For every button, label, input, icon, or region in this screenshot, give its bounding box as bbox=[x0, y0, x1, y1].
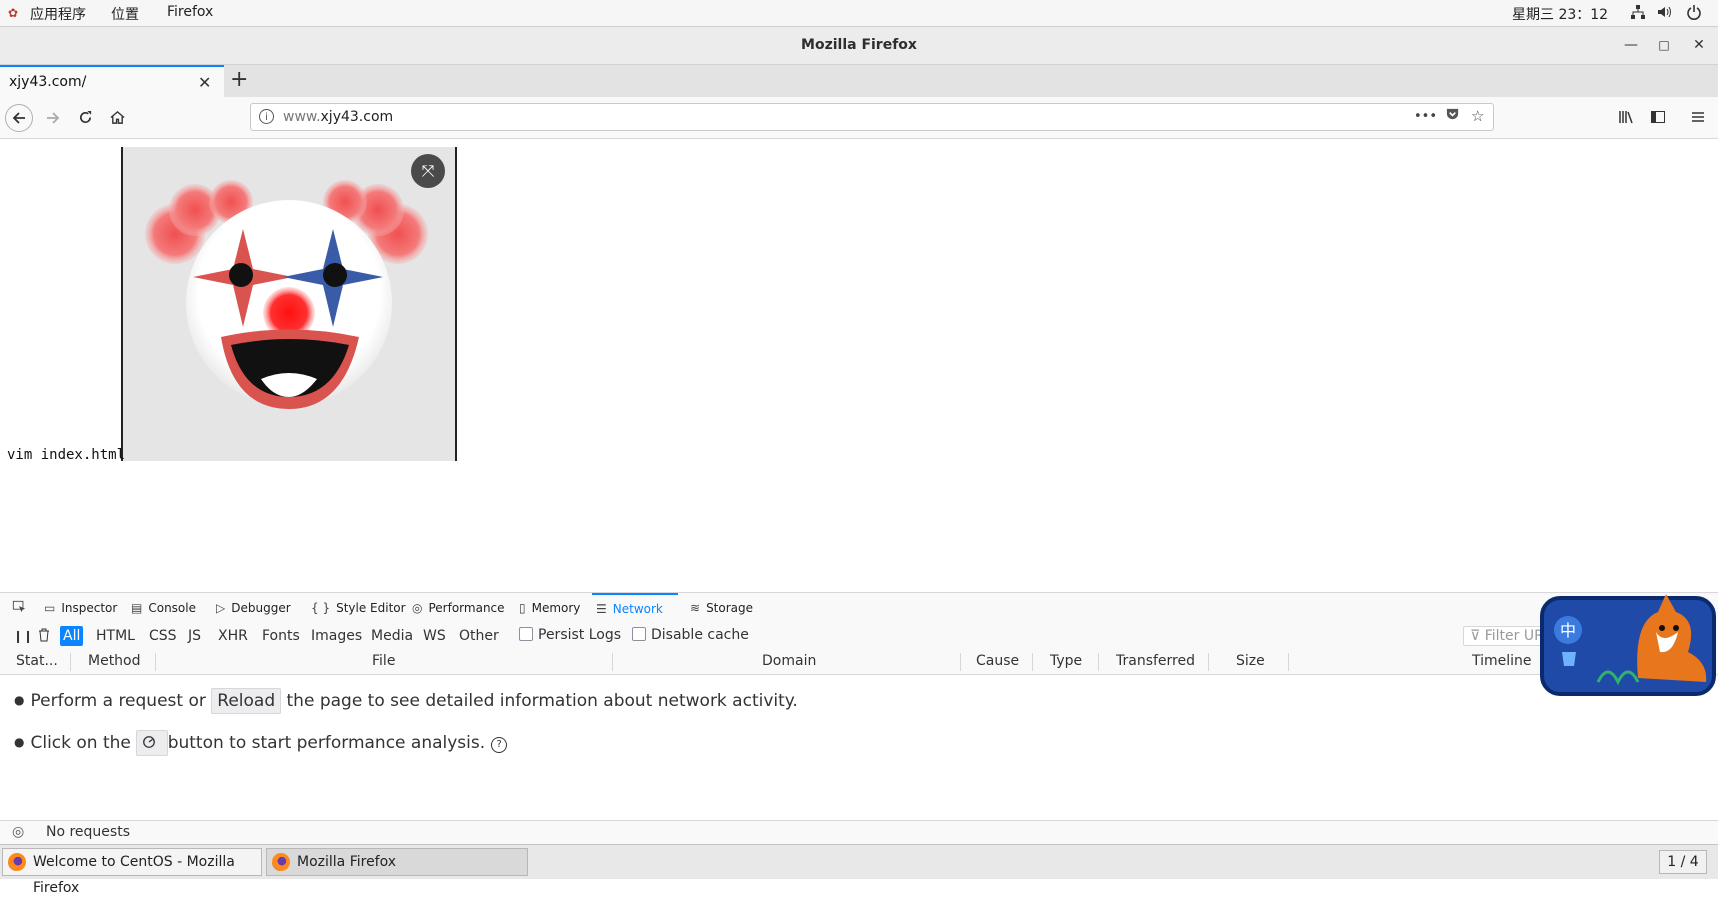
navigation-toolbar: i www.xjy43.com ••• ☆ bbox=[0, 97, 1718, 139]
tab-strip: xjy43.com/ ✕ + bbox=[0, 65, 1718, 98]
clear-trash-icon[interactable] bbox=[35, 626, 53, 646]
menu-apps[interactable]: 应用程序 bbox=[30, 4, 86, 24]
menu-firefox[interactable]: Firefox bbox=[167, 4, 213, 20]
network-panel-body: ● Perform a request or Reload the page to… bbox=[0, 675, 1718, 820]
firefox-icon bbox=[272, 853, 290, 871]
col-timeline[interactable]: Timeline bbox=[1472, 653, 1532, 669]
col-method[interactable]: Method bbox=[88, 653, 141, 669]
filter-xhr[interactable]: XHR bbox=[215, 626, 251, 646]
col-type[interactable]: Type bbox=[1050, 653, 1082, 669]
tab-performance[interactable]: ◎ Performance bbox=[408, 593, 509, 623]
memory-icon: ▯ bbox=[519, 601, 526, 615]
bookmark-star-icon[interactable]: ☆ bbox=[1471, 107, 1484, 125]
filter-fonts[interactable]: Fonts bbox=[259, 626, 303, 646]
col-status[interactable]: Stat... bbox=[16, 653, 58, 669]
filter-images[interactable]: Images bbox=[308, 626, 365, 646]
tab-storage[interactable]: ≋ Storage bbox=[686, 593, 757, 623]
task-welcome-centos[interactable]: Welcome to CentOS - Mozilla Firefox bbox=[2, 848, 262, 896]
minimize-button[interactable]: — bbox=[1621, 35, 1641, 55]
inspector-icon: ▭ bbox=[44, 601, 56, 615]
pause-icon[interactable]: ❙❙ bbox=[10, 626, 36, 646]
clown-image[interactable]: ⤧ bbox=[121, 147, 457, 461]
filter-all[interactable]: All bbox=[60, 626, 84, 646]
tab-network[interactable]: ☰ Network bbox=[592, 593, 678, 623]
filter-other[interactable]: Other bbox=[456, 626, 502, 646]
network-status-icon[interactable] bbox=[1630, 4, 1646, 24]
fit-image-button[interactable]: ⤧ bbox=[411, 154, 445, 188]
close-window-button[interactable]: ✕ bbox=[1689, 35, 1709, 55]
filter-media[interactable]: Media bbox=[368, 626, 416, 646]
library-icon[interactable] bbox=[1613, 105, 1639, 131]
tab-inspector[interactable]: ▭ Inspector bbox=[40, 593, 121, 623]
menu-places[interactable]: 位置 bbox=[111, 4, 139, 24]
debugger-icon: ▷ bbox=[216, 601, 226, 615]
reload-button[interactable] bbox=[72, 105, 98, 131]
site-info-icon[interactable]: i bbox=[259, 109, 274, 124]
power-icon[interactable] bbox=[1686, 4, 1702, 24]
new-tab-button[interactable]: + bbox=[230, 67, 248, 92]
taskbar: Welcome to CentOS - Mozilla Firefox Mozi… bbox=[0, 844, 1718, 896]
storage-icon: ≋ bbox=[690, 601, 701, 615]
network-icon: ☰ bbox=[596, 602, 607, 616]
page-content: ⤧ vim index.html bbox=[0, 139, 1718, 592]
pocket-icon[interactable] bbox=[1445, 107, 1460, 126]
ime-indicator-icon: 中 bbox=[1560, 621, 1576, 640]
network-status-bar: ◎ No requests bbox=[0, 820, 1718, 845]
reload-button[interactable]: Reload bbox=[211, 688, 282, 714]
filter-js[interactable]: JS bbox=[185, 626, 204, 646]
url-bar[interactable]: i www.xjy43.com ••• ☆ bbox=[250, 103, 1494, 131]
fox-mascot-widget[interactable]: 中 bbox=[1538, 582, 1718, 698]
col-size[interactable]: Size bbox=[1236, 653, 1265, 669]
performance-analysis-icon[interactable]: ◎ bbox=[12, 824, 24, 840]
window-titlebar: Mozilla Firefox — □ ✕ bbox=[0, 27, 1718, 65]
hamburger-menu-icon[interactable] bbox=[1685, 105, 1711, 131]
back-button[interactable] bbox=[5, 104, 33, 132]
filter-css[interactable]: CSS bbox=[146, 626, 180, 646]
home-button[interactable] bbox=[104, 105, 130, 131]
maximize-button[interactable]: □ bbox=[1654, 35, 1674, 55]
performance-icon: ◎ bbox=[412, 601, 423, 615]
filter-html[interactable]: HTML bbox=[93, 626, 138, 646]
style-editor-icon: { } bbox=[311, 601, 331, 615]
reload-hint: ● Perform a request or Reload the page to… bbox=[14, 688, 798, 714]
tab-memory[interactable]: ▯ Memory bbox=[515, 593, 584, 623]
tab-close-button[interactable]: ✕ bbox=[198, 73, 211, 92]
network-toolbar: ❙❙ All HTML CSS JS XHR Fonts Images Medi… bbox=[0, 622, 1718, 651]
apps-logo-icon: ✿ bbox=[8, 6, 19, 20]
clock[interactable]: 星期三 23：12 bbox=[1512, 4, 1608, 24]
workspace-pager[interactable]: 1 / 4 bbox=[1659, 850, 1707, 874]
browser-tab[interactable]: xjy43.com/ ✕ bbox=[0, 65, 224, 97]
task-mozilla-firefox[interactable]: Mozilla Firefox bbox=[266, 848, 528, 876]
url-text[interactable]: www.xjy43.com bbox=[283, 109, 393, 125]
col-cause[interactable]: Cause bbox=[976, 653, 1019, 669]
sidebar-toggle-icon[interactable] bbox=[1645, 105, 1671, 131]
firefox-icon bbox=[8, 853, 26, 871]
tab-debugger[interactable]: ▷ Debugger bbox=[212, 593, 295, 623]
help-icon[interactable]: ? bbox=[491, 737, 508, 753]
performance-analysis-button[interactable] bbox=[136, 730, 168, 756]
col-domain[interactable]: Domain bbox=[762, 653, 816, 669]
console-icon: ▤ bbox=[131, 601, 143, 615]
pick-element-icon[interactable] bbox=[8, 593, 30, 623]
tab-title: xjy43.com/ bbox=[9, 74, 87, 90]
disable-cache-checkbox[interactable]: Disable cache bbox=[632, 627, 749, 643]
top-panel: ✿ 应用程序 位置 Firefox 星期三 23：12 bbox=[0, 0, 1718, 27]
window-title: Mozilla Firefox bbox=[801, 37, 917, 53]
col-file[interactable]: File bbox=[372, 653, 395, 669]
vim-command-text: vim index.html bbox=[7, 447, 126, 463]
col-transferred[interactable]: Transferred bbox=[1116, 653, 1195, 669]
filter-ws[interactable]: WS bbox=[420, 626, 449, 646]
network-column-headers: Stat... Method File Domain Cause Type Tr… bbox=[0, 650, 1718, 675]
page-actions-icon[interactable]: ••• bbox=[1414, 109, 1437, 124]
tab-style-editor[interactable]: { } Style Editor bbox=[307, 593, 410, 623]
forward-button[interactable] bbox=[40, 105, 66, 131]
volume-icon[interactable] bbox=[1656, 4, 1672, 24]
request-summary: No requests bbox=[46, 824, 130, 840]
devtools-tabbar: ▭ Inspector ▤ Console ▷ Debugger { } Style E… bbox=[0, 592, 1718, 624]
persist-logs-checkbox[interactable]: Persist Logs bbox=[519, 627, 621, 643]
tab-console[interactable]: ▤ Console bbox=[127, 593, 200, 623]
performance-hint: ● Click on the button to start performanc… bbox=[14, 730, 508, 756]
